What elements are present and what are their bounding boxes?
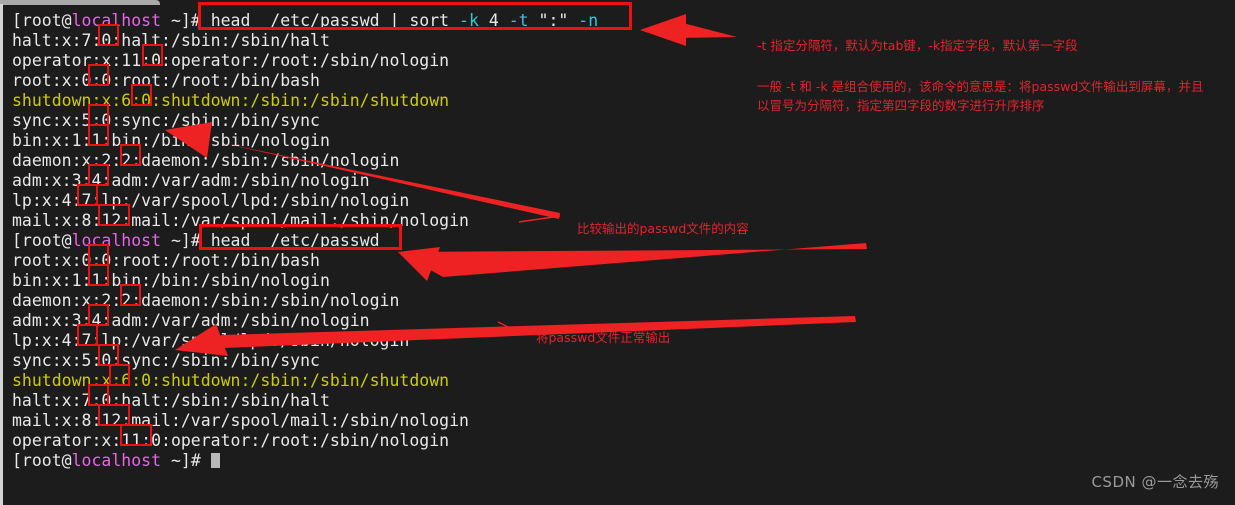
- annotation-note-3: 比较输出的passwd文件的内容: [577, 221, 749, 236]
- prompt-prefix: [root@: [12, 231, 72, 250]
- annotation-note-1: -t 指定分隔符，默认为tab键，-k指定字段，默认第一字段: [757, 38, 1078, 53]
- terminal-output-line: shutdown:x:6:0:shutdown:/sbin:/sbin/shut…: [12, 91, 450, 110]
- terminal-output-line: root:x:0:0:root:/root:/bin/bash: [12, 251, 320, 270]
- terminal-output-line: lp:x:4:7:lp:/var/spool/lpd:/sbin/nologin: [12, 191, 410, 210]
- terminal-output-line: shutdown:x:6:0:shutdown:/sbin:/sbin/shut…: [12, 371, 450, 390]
- annotation-note-4: 将passwd文件正常输出: [536, 330, 671, 345]
- annotation-note-2-line2: 以冒号为分隔符，指定第四字段的数字进行升序排序: [757, 98, 1045, 113]
- terminal-output-line: root:x:0:0:root:/root:/bin/bash: [12, 71, 320, 90]
- prompt-hostname: localhost: [71, 451, 162, 470]
- prompt-suffix: ~]#: [161, 451, 211, 470]
- command-flag-k: -k: [459, 11, 479, 30]
- prompt-prefix: [root@: [12, 11, 72, 30]
- terminal-output-line: lp:x:4:7:lp:/var/spool/lpd:/sbin/nologin: [12, 331, 410, 350]
- terminal-line-prompt-3: [root@localhost ~]#: [12, 451, 220, 471]
- prompt-hostname: localhost: [71, 231, 162, 250]
- terminal-output-line: adm:x:3:4:adm:/var/adm:/sbin/nologin: [12, 311, 370, 330]
- command-flag-n: -n: [578, 11, 599, 30]
- terminal-output-line: halt:x:7:0:halt:/sbin:/sbin/halt: [12, 31, 330, 50]
- terminal-cursor: [210, 453, 220, 468]
- prompt-prefix: [root@: [12, 451, 72, 470]
- command-text-1: head /etc/passwd | sort: [210, 11, 460, 30]
- terminal-line-prompt-1: [root@localhost ~]# head /etc/passwd | s…: [12, 11, 598, 31]
- terminal-output-line: mail:x:8:12:mail:/var/spool/mail:/sbin/n…: [12, 411, 469, 430]
- terminal-output-line: daemon:x:2:2:daemon:/sbin:/sbin/nologin: [12, 151, 400, 170]
- terminal-output-line: halt:x:7:0:halt:/sbin:/sbin/halt: [12, 391, 330, 410]
- prompt-hostname: localhost: [71, 11, 162, 30]
- prompt-suffix: ~]#: [161, 11, 211, 30]
- terminal-output-line: daemon:x:2:2:daemon:/sbin:/sbin/nologin: [12, 291, 400, 310]
- terminal-line-prompt-2: [root@localhost ~]# head /etc/passwd: [12, 231, 380, 251]
- terminal-output-line: bin:x:1:1:bin:/bin:/sbin/nologin: [12, 131, 330, 150]
- csdn-watermark: CSDN @一念去殇: [1091, 473, 1219, 491]
- command-flag-t: -t: [508, 11, 529, 30]
- terminal-output-line: sync:x:5:0:sync:/sbin:/bin/sync: [12, 351, 320, 370]
- command-arg-colon: ":": [528, 11, 579, 30]
- command-arg-4: 4: [478, 11, 509, 30]
- terminal-output-line: operator:x:11:0:operator:/root:/sbin/nol…: [12, 431, 450, 450]
- screenshot-root: [root@localhost ~]# head /etc/passwd | s…: [0, 0, 1235, 505]
- terminal-output-line: sync:x:5:0:sync:/sbin:/bin/sync: [12, 111, 320, 130]
- annotation-note-2-line1: 一般 -t 和 -k 是组合使用的，该命令的意思是：将passwd文件输出到屏幕…: [757, 79, 1204, 94]
- command-text-2: head /etc/passwd: [210, 231, 380, 250]
- terminal-output-line: adm:x:3:4:adm:/var/adm:/sbin/nologin: [12, 171, 370, 190]
- terminal-output-line: operator:x:11:0:operator:/root:/sbin/nol…: [12, 51, 450, 70]
- prompt-suffix: ~]#: [161, 231, 211, 250]
- terminal-output-line: mail:x:8:12:mail:/var/spool/mail:/sbin/n…: [12, 211, 469, 230]
- terminal-output-line: bin:x:1:1:bin:/bin:/sbin/nologin: [12, 271, 330, 290]
